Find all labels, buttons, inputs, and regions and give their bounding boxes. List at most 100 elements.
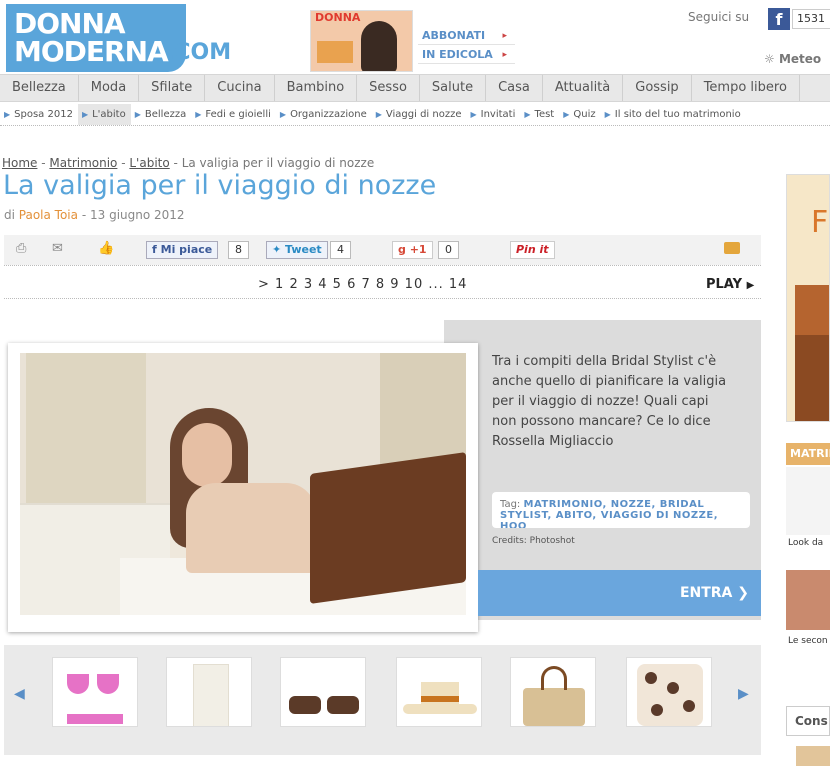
triangle-right-icon: ▶ [4,110,11,119]
thumb-printed-blouse[interactable] [626,657,712,727]
breadcrumb-matrimonio[interactable]: Matrimonio [49,156,117,170]
by-prefix: di [4,208,15,222]
arrow-right-icon: ▸ [502,50,507,60]
tweet-label: Tweet [285,243,322,256]
related-image[interactable] [796,746,830,766]
author-link[interactable]: Paola Toia [19,208,78,222]
print-icon[interactable]: ⎙ [16,242,32,256]
tags-label: Tag: [500,499,521,510]
nav-item-salute[interactable]: Salute [420,75,487,101]
pagination: > 1 2 3 4 5 6 7 8 9 10 ... 14 [258,277,467,292]
subnav-item-viaggi[interactable]: ▶ Viaggi di nozze [372,104,467,125]
logo-suffix: .COM [166,40,232,65]
comment-icon[interactable] [724,242,740,254]
nav-item-attualita[interactable]: Attualità [543,75,624,101]
tweet-button[interactable]: ✦ Tweet [266,241,328,259]
tweet-count: 4 [330,241,351,259]
triangle-right-icon: ▶ [81,110,89,119]
play-button[interactable]: PLAY ▶ [706,277,754,292]
subscribe-link[interactable]: ABBONATI ▸ [418,27,515,45]
nav-item-casa[interactable]: Casa [486,75,543,101]
triangle-right-icon: ▶ [524,110,531,119]
pager-pages[interactable]: 1 2 3 4 5 6 7 8 9 10 [275,277,423,292]
enter-button[interactable]: ENTRA ❯ [478,570,761,616]
thumbs-up-icon[interactable]: 👍 [98,242,114,256]
subnav-item-bellezza[interactable]: ▶ Bellezza [131,104,192,125]
thumb-straw-hat[interactable] [396,657,482,727]
meteo-label: Meteo [778,52,822,66]
facebook-like-button[interactable]: f Mi piace [146,241,219,259]
subnav-item-organizzazione[interactable]: ▶ Organizzazione [276,104,372,125]
subnav-label: L'abito [92,109,126,120]
thumb-white-dress[interactable] [166,657,252,727]
subnav-label: Test [534,109,555,120]
subnav-item-quiz[interactable]: ▶ Quiz [559,104,600,125]
subnav-item-fedi[interactable]: ▶ Fedi e gioielli [191,104,276,125]
breadcrumb-separator: - [169,156,182,170]
breadcrumb-home[interactable]: Home [2,156,37,170]
related-image[interactable] [786,570,830,630]
facebook-icon[interactable]: f [768,8,790,30]
share-bar: ⎙ ✉ 👍 f Mi piace 8 ✦ Tweet 4 g +1 0 Pin … [4,235,761,265]
magazine-title: DONNA [315,11,361,24]
pager-prefix: > [258,277,270,292]
nav-item-bambino[interactable]: Bambino [275,75,358,101]
subscribe-label: ABBONATI [422,29,486,42]
newsstand-label: IN EDICOLA [422,48,493,61]
byline: di Paola Toia - 13 giugno 2012 [4,208,185,222]
tags-list[interactable]: MATRIMONIO, NOZZE, BRIDAL STYLIST, ABITO… [500,499,718,528]
nav-item-moda[interactable]: Moda [79,75,140,101]
ad-letter: F [811,205,829,240]
subnav-item-sito[interactable]: ▶ Il sito del tuo matrimonio [601,104,746,125]
related-caption[interactable]: Le secon [788,636,828,646]
email-icon[interactable]: ✉ [52,242,68,256]
divider [4,265,761,266]
subnav-label: Viaggi di nozze [385,109,462,120]
nav-item-gossip[interactable]: Gossip [623,75,692,101]
breadcrumb-abito[interactable]: L'abito [129,156,169,170]
gplus-button[interactable]: g +1 [392,241,433,259]
meteo-link[interactable]: ☼ Meteo [764,52,821,66]
facebook-count: 1531 [792,9,830,29]
next-arrow-icon[interactable]: ▶ [738,686,749,702]
breadcrumb: Home - Matrimonio - L'abito - La valigia… [2,156,374,170]
nav-item-tempo-libero[interactable]: Tempo libero [692,75,800,101]
breadcrumb-current: La valigia per il viaggio di nozze [181,156,375,170]
gallery-photo[interactable] [20,353,466,615]
prev-arrow-icon[interactable]: ◀ [14,686,25,702]
consigli-box[interactable]: Cons [786,706,830,736]
pager-ellipsis: ... [428,277,444,292]
subnav-item-abito[interactable]: ▶ L'abito [77,104,131,125]
section-heading: MATRIMONIO [786,443,830,465]
follow-label: Seguici su [688,10,750,24]
newsstand-link[interactable]: IN EDICOLA ▸ [418,46,515,64]
thumb-pink-bikini[interactable] [52,657,138,727]
facebook-small-icon: f [152,243,161,256]
related-caption[interactable]: Look da [788,538,823,548]
facebook-like-label: Mi piace [160,243,213,256]
twitter-icon: ✦ [272,243,286,256]
triangle-right-icon: ▶ [604,110,611,119]
subnav-item-test[interactable]: ▶ Test [520,104,559,125]
logo[interactable]: DONNA MODERNA .COM [6,4,234,72]
subnav-item-sposa[interactable]: ▶ Sposa 2012 [0,104,78,125]
thumb-sunglasses[interactable] [280,657,366,727]
triangle-right-icon: ▶ [470,110,477,119]
chevron-right-icon: ❯ [737,585,749,601]
nav-item-sfilate[interactable]: Sfilate [139,75,206,101]
related-image[interactable] [786,467,830,535]
pinterest-button[interactable]: Pin it [510,241,555,259]
thumb-straw-bag[interactable] [510,657,596,727]
nav-item-bellezza[interactable]: Bellezza [0,75,79,101]
magazine-cover[interactable]: DONNA [310,10,413,72]
triangle-right-icon: ▶ [195,110,202,119]
pager-last[interactable]: 14 [449,277,468,292]
facebook-like-count: 8 [228,241,249,259]
play-icon: ▶ [746,280,755,291]
article-date: 13 giugno 2012 [90,208,185,222]
advertisement[interactable]: F [786,174,830,422]
subnav-item-invitati[interactable]: ▶ Invitati [466,104,520,125]
subnav-label: Il sito del tuo matrimonio [614,109,741,120]
nav-item-cucina[interactable]: Cucina [205,75,275,101]
nav-item-sesso[interactable]: Sesso [357,75,420,101]
